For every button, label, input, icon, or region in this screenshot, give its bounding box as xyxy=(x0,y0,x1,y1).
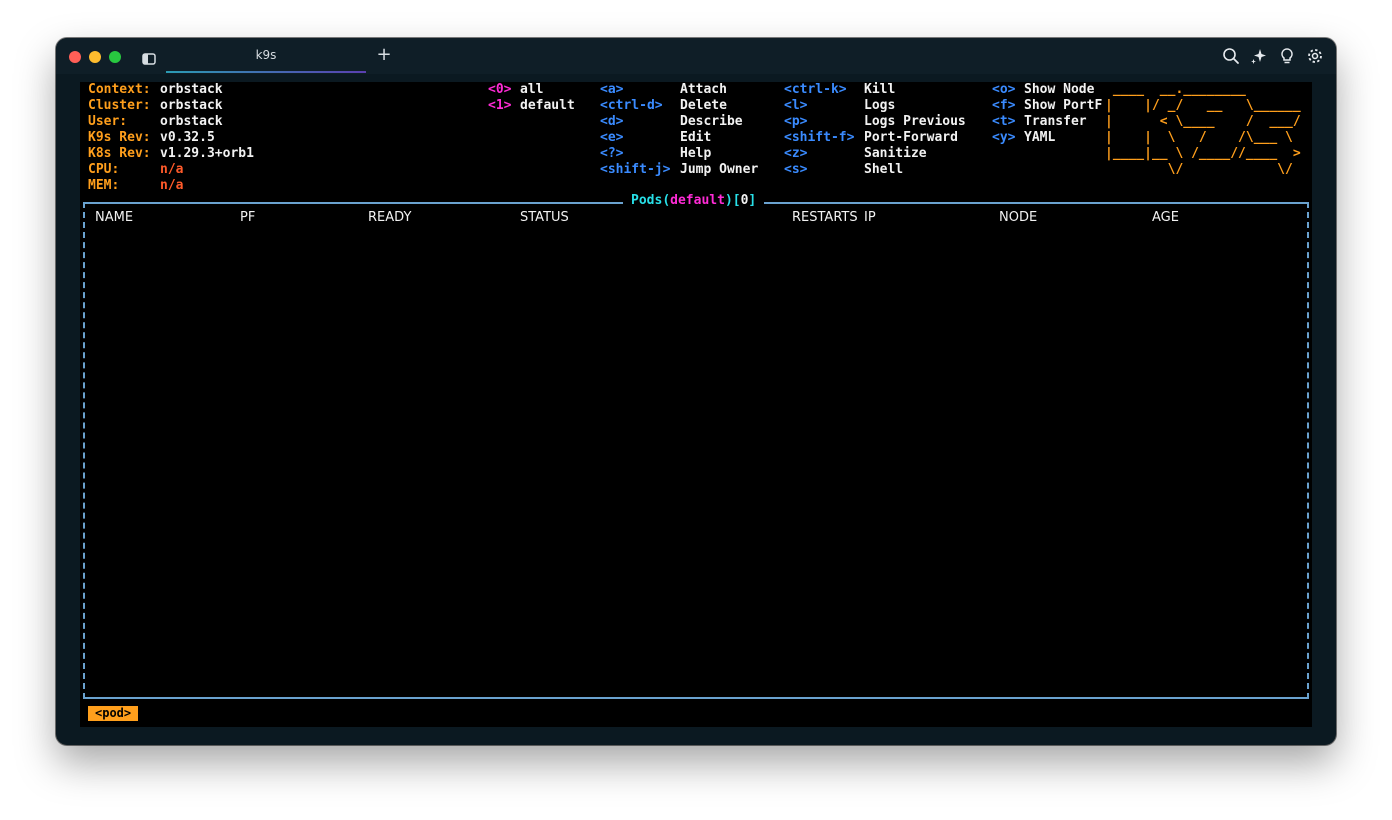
shortcut-label: Show PortF xyxy=(1024,98,1103,113)
shortcut-label: Attach xyxy=(680,82,727,97)
shortcut-label: Port-Forward xyxy=(864,130,958,145)
close-window-button[interactable] xyxy=(69,51,81,63)
shortcut-key: <ctrl-d> xyxy=(600,98,663,113)
namespace-label: default xyxy=(520,98,575,113)
ai-sparkle-icon[interactable] xyxy=(1250,47,1268,65)
shortcut-key: <t> xyxy=(992,114,1016,129)
terminal-content[interactable]: Context: orbstack Cluster: orbstack User: orb… xyxy=(80,82,1312,727)
resource-name: Pods xyxy=(631,193,663,208)
shortcut-label: Transfer xyxy=(1024,114,1087,129)
k9s-logo: ____ __.________ | |/ _/ __ \______ | < … xyxy=(1105,82,1301,177)
shortcut-key: <p> xyxy=(784,114,808,129)
shortcut-label: Logs Previous xyxy=(864,114,966,129)
namespace-name: default xyxy=(670,193,725,208)
namespace-key: <0> xyxy=(488,82,512,97)
tab-k9s[interactable]: k9s xyxy=(166,38,366,74)
column-header-age[interactable]: AGE xyxy=(1152,210,1179,226)
info-key: Cluster: xyxy=(88,98,151,113)
shortcut-label: Shell xyxy=(864,162,904,177)
shortcut-label: Edit xyxy=(680,130,712,145)
pods-table-frame[interactable] xyxy=(83,202,1309,699)
info-value: orbstack xyxy=(160,82,223,97)
column-header-node[interactable]: NODE xyxy=(999,210,1037,226)
minimize-window-button[interactable] xyxy=(89,51,101,63)
shortcut-label: Sanitize xyxy=(864,146,927,161)
lightbulb-icon[interactable] xyxy=(1278,47,1296,65)
sidebar-toggle-icon[interactable] xyxy=(142,50,156,65)
column-header-ready[interactable]: READY xyxy=(368,210,411,226)
shortcut-key: <d> xyxy=(600,114,624,129)
gear-icon[interactable] xyxy=(1306,47,1324,65)
tab-label: k9s xyxy=(255,48,277,62)
shortcut-label: Logs xyxy=(864,98,896,113)
title-bar: k9s + xyxy=(56,38,1336,74)
shortcut-key: <?> xyxy=(600,146,624,161)
column-header-status[interactable]: STATUS xyxy=(520,210,569,226)
info-value: orbstack xyxy=(160,114,223,129)
info-value: v1.29.3+orb1 xyxy=(160,146,254,161)
info-key: MEM: xyxy=(88,178,120,193)
shortcut-label: Help xyxy=(680,146,712,161)
shortcut-key: <e> xyxy=(600,130,624,145)
shortcut-label: Kill xyxy=(864,82,896,97)
shortcut-key: <ctrl-k> xyxy=(784,82,847,97)
info-value: orbstack xyxy=(160,98,223,113)
info-key: CPU: xyxy=(88,162,120,177)
namespace-key: <1> xyxy=(488,98,512,113)
info-value: n/a xyxy=(160,178,184,193)
info-value: v0.32.5 xyxy=(160,130,215,145)
shortcut-label: Delete xyxy=(680,98,727,113)
info-key: K9s Rev: xyxy=(88,130,151,145)
active-tab-indicator xyxy=(166,71,366,73)
breadcrumb: <pod> xyxy=(88,706,139,721)
shortcut-label: Show Node xyxy=(1024,82,1095,97)
shortcut-label: Describe xyxy=(680,114,743,129)
shortcut-key: <a> xyxy=(600,82,624,97)
shortcut-label: YAML xyxy=(1024,130,1056,145)
info-key: User: xyxy=(88,114,128,129)
shortcut-key: <o> xyxy=(992,82,1016,97)
namespace-label: all xyxy=(520,82,544,97)
column-header-pf[interactable]: PF xyxy=(240,210,255,226)
info-key: K8s Rev: xyxy=(88,146,151,161)
column-header-restarts[interactable]: RESTARTS xyxy=(792,210,858,226)
shortcut-key: <y> xyxy=(992,130,1016,145)
shortcut-key: <shift-j> xyxy=(600,162,671,177)
zoom-window-button[interactable] xyxy=(109,51,121,63)
shortcut-key: <l> xyxy=(784,98,808,113)
shortcut-key: <shift-f> xyxy=(784,130,855,145)
table-title: Pods(default)[0] xyxy=(623,193,765,209)
search-icon[interactable] xyxy=(1222,47,1240,65)
shortcut-key: <s> xyxy=(784,162,808,177)
shortcut-key: <f> xyxy=(992,98,1016,113)
column-header-name[interactable]: NAME xyxy=(95,210,133,226)
new-tab-button[interactable]: + xyxy=(374,45,394,65)
shortcut-label: Jump Owner xyxy=(680,162,759,177)
shortcut-key: <z> xyxy=(784,146,808,161)
terminal-window: k9s + Context: orbstack Cluster: orbstack Us… xyxy=(56,38,1336,745)
column-header-ip[interactable]: IP xyxy=(864,210,876,226)
info-key: Context: xyxy=(88,82,151,97)
info-value: n/a xyxy=(160,162,184,177)
